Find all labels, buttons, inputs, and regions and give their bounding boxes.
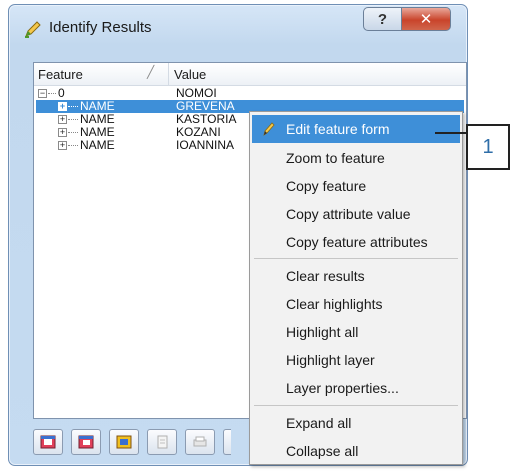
menu-item-label: Clear highlights [286, 296, 383, 312]
copy-icon [157, 435, 168, 449]
menu-item-clear-results[interactable]: Clear results [252, 262, 460, 290]
expand-new-button[interactable] [109, 429, 139, 455]
copy-button[interactable] [147, 429, 177, 455]
menu-item-copy-feature-attributes[interactable]: Copy feature attributes [252, 228, 460, 256]
menu-item-clear-highlights[interactable]: Clear highlights [252, 290, 460, 318]
menu-separator [254, 258, 458, 259]
toolbar-button-partial[interactable] [223, 429, 231, 455]
menu-item-label: Highlight all [286, 324, 359, 340]
menu-item-zoom-to-feature[interactable]: Zoom to feature [252, 144, 460, 172]
column-header-feature[interactable]: Feature [38, 67, 83, 82]
menu-item-label: Layer properties... [286, 380, 399, 396]
menu-item-label: Collapse all [286, 443, 359, 459]
row-value: IOANNINA [176, 138, 235, 152]
close-button[interactable]: ✕ [401, 7, 451, 31]
title-buttons: ? ✕ [363, 7, 451, 31]
row-label: NAME [80, 138, 115, 152]
tree-connector [68, 106, 78, 107]
menu-item-label: Zoom to feature [286, 150, 385, 166]
menu-item-edit-feature-form[interactable]: Edit feature form [252, 115, 460, 143]
identify-pencil-icon [25, 21, 41, 38]
menu-item-expand-all[interactable]: Expand all [252, 409, 460, 437]
collapse-tree-button[interactable] [71, 429, 101, 455]
menu-item-collapse-all[interactable]: Collapse all [252, 437, 460, 465]
expand-icon[interactable]: + [58, 141, 67, 150]
menu-item-copy-attribute-value[interactable]: Copy attribute value [252, 200, 460, 228]
bottom-toolbar [33, 429, 231, 455]
menu-item-label: Copy feature [286, 178, 367, 194]
window-title: Identify Results [49, 19, 152, 36]
callout-label: 1 [466, 124, 510, 170]
menu-item-label: Edit feature form [286, 121, 390, 137]
sort-indicator-icon: ╱ [147, 65, 155, 79]
menu-item-label: Highlight layer [286, 352, 375, 368]
menu-separator [254, 405, 458, 406]
callout-line [435, 132, 466, 134]
column-header-value[interactable]: Value [174, 67, 206, 82]
menu-item-label: Clear results [286, 268, 365, 284]
context-menu: Edit feature form Zoom to feature Copy f… [249, 111, 463, 465]
menu-item-highlight-layer[interactable]: Highlight layer [252, 346, 460, 374]
expand-tree-icon [40, 435, 56, 449]
tree-connector [68, 132, 78, 133]
menu-item-highlight-all[interactable]: Highlight all [252, 318, 460, 346]
collapse-icon[interactable]: − [38, 89, 47, 98]
help-button[interactable]: ? [363, 7, 401, 31]
print-button[interactable] [185, 429, 215, 455]
tree-connector [48, 93, 56, 94]
column-divider[interactable] [168, 63, 169, 85]
menu-item-label: Copy attribute value [286, 206, 411, 222]
tree-header: Feature ╱ Value [34, 63, 466, 86]
root-label: 0 [58, 86, 65, 100]
tree-connector [68, 119, 78, 120]
pencil-icon [263, 122, 275, 136]
collapse-tree-icon [78, 435, 94, 449]
expand-icon[interactable]: + [58, 128, 67, 137]
menu-item-layer-properties[interactable]: Layer properties... [252, 374, 460, 402]
expand-icon[interactable]: + [58, 115, 67, 124]
menu-item-label: Expand all [286, 415, 352, 431]
expand-tree-button[interactable] [33, 429, 63, 455]
print-icon [193, 436, 207, 447]
tree-connector [68, 145, 78, 146]
menu-item-copy-feature[interactable]: Copy feature [252, 172, 460, 200]
expand-new-icon [116, 435, 132, 449]
expand-icon[interactable]: + [58, 102, 67, 111]
menu-item-label: Copy feature attributes [286, 234, 428, 250]
title-bar[interactable]: Identify Results ? ✕ [9, 5, 467, 45]
